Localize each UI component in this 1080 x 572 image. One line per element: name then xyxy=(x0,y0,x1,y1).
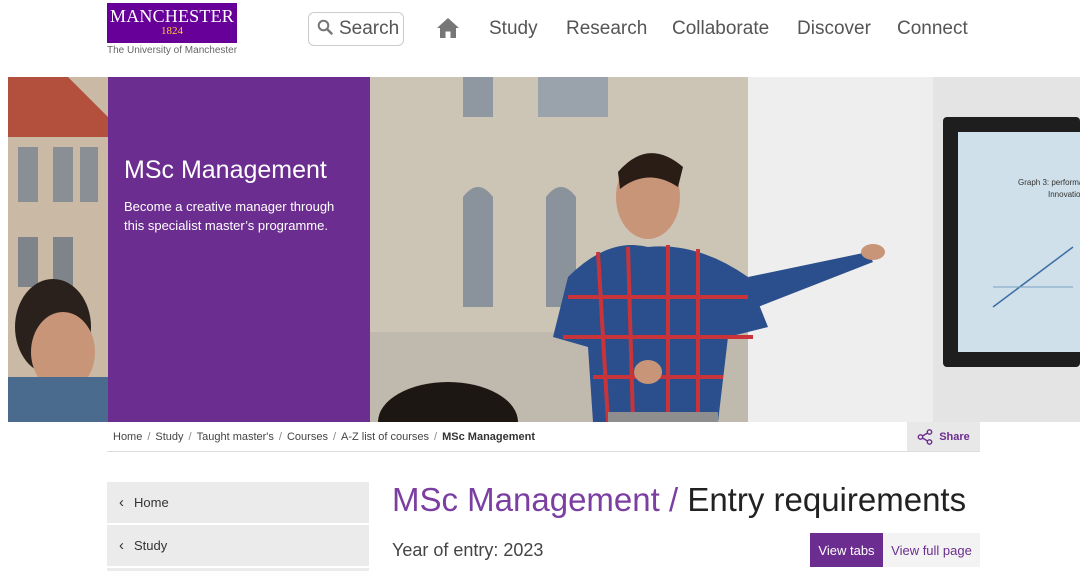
screen-text-1: Graph 3: performance xyxy=(1018,178,1080,187)
sidebar-item-next[interactable] xyxy=(107,568,369,571)
breadcrumb-separator: / xyxy=(188,431,192,443)
logo-badge: MANCHESTER 1824 xyxy=(107,3,237,43)
breadcrumb-home[interactable]: Home xyxy=(113,431,142,443)
hero-panel: MSc Management Become a creative manager… xyxy=(108,77,370,422)
section-sidebar: ‹ Home ‹ Study xyxy=(107,482,369,571)
page-title-section: Entry requirements xyxy=(687,481,967,518)
nav-research[interactable]: Research xyxy=(566,18,647,40)
logo-subtitle: The University of Manchester xyxy=(107,45,238,56)
sidebar-item-home[interactable]: ‹ Home xyxy=(107,482,369,523)
breadcrumb-taught-masters[interactable]: Taught master's xyxy=(197,431,274,443)
nav-study[interactable]: Study xyxy=(489,18,538,40)
share-button[interactable]: Share xyxy=(907,422,980,451)
sidebar-item-label: Home xyxy=(134,495,169,510)
chevron-left-icon: ‹ xyxy=(119,494,124,511)
nav-discover[interactable]: Discover xyxy=(797,18,871,40)
share-label: Share xyxy=(939,430,970,443)
share-icon xyxy=(917,428,933,445)
search-box[interactable] xyxy=(308,12,404,46)
breadcrumb-separator: / xyxy=(434,431,438,443)
screen-text-2: Innovatio xyxy=(1048,190,1080,199)
page-title-separator: / xyxy=(668,481,679,518)
breadcrumb-divider xyxy=(107,451,980,452)
site-header: MANCHESTER 1824 The University of Manche… xyxy=(0,0,1080,76)
breadcrumb-study[interactable]: Study xyxy=(155,431,183,443)
nav-collaborate[interactable]: Collaborate xyxy=(672,18,769,40)
search-input[interactable] xyxy=(339,18,401,40)
sidebar-item-label: Study xyxy=(134,538,168,553)
view-tabs-button[interactable]: View tabs xyxy=(810,533,883,567)
year-of-entry: Year of entry: 2023 xyxy=(392,540,544,560)
breadcrumb-separator: / xyxy=(147,431,151,443)
nav-connect[interactable]: Connect xyxy=(897,18,968,40)
page-title-course[interactable]: MSc Management xyxy=(392,481,660,518)
breadcrumb-separator: / xyxy=(278,431,282,443)
hero-title: MSc Management xyxy=(124,156,327,184)
hero-banner: Graph 3: performance Innovatio MSc Manag… xyxy=(8,77,1080,422)
logo-year: 1824 xyxy=(161,25,183,37)
breadcrumb-current: MSc Management xyxy=(442,431,536,443)
breadcrumb-separator: / xyxy=(332,431,337,443)
breadcrumb-courses[interactable]: Courses xyxy=(287,431,328,443)
university-logo[interactable]: MANCHESTER 1824 The University of Manche… xyxy=(107,3,237,56)
page-title: MSc Management / Entry requirements xyxy=(392,480,966,520)
sidebar-item-study[interactable]: ‹ Study xyxy=(107,525,369,566)
chevron-left-icon: ‹ xyxy=(119,537,124,554)
home-icon[interactable] xyxy=(436,17,460,39)
search-icon xyxy=(317,19,333,40)
breadcrumb: Home / Study / Taught master's / Courses / A-Z l… xyxy=(113,431,535,443)
logo-wordmark: MANCHESTER xyxy=(109,6,234,26)
hero-subtitle: Become a creative manager through this s… xyxy=(124,199,335,233)
breadcrumb-az-courses[interactable]: A-Z list of courses xyxy=(341,431,429,443)
view-full-page-button[interactable]: View full page xyxy=(883,533,980,567)
